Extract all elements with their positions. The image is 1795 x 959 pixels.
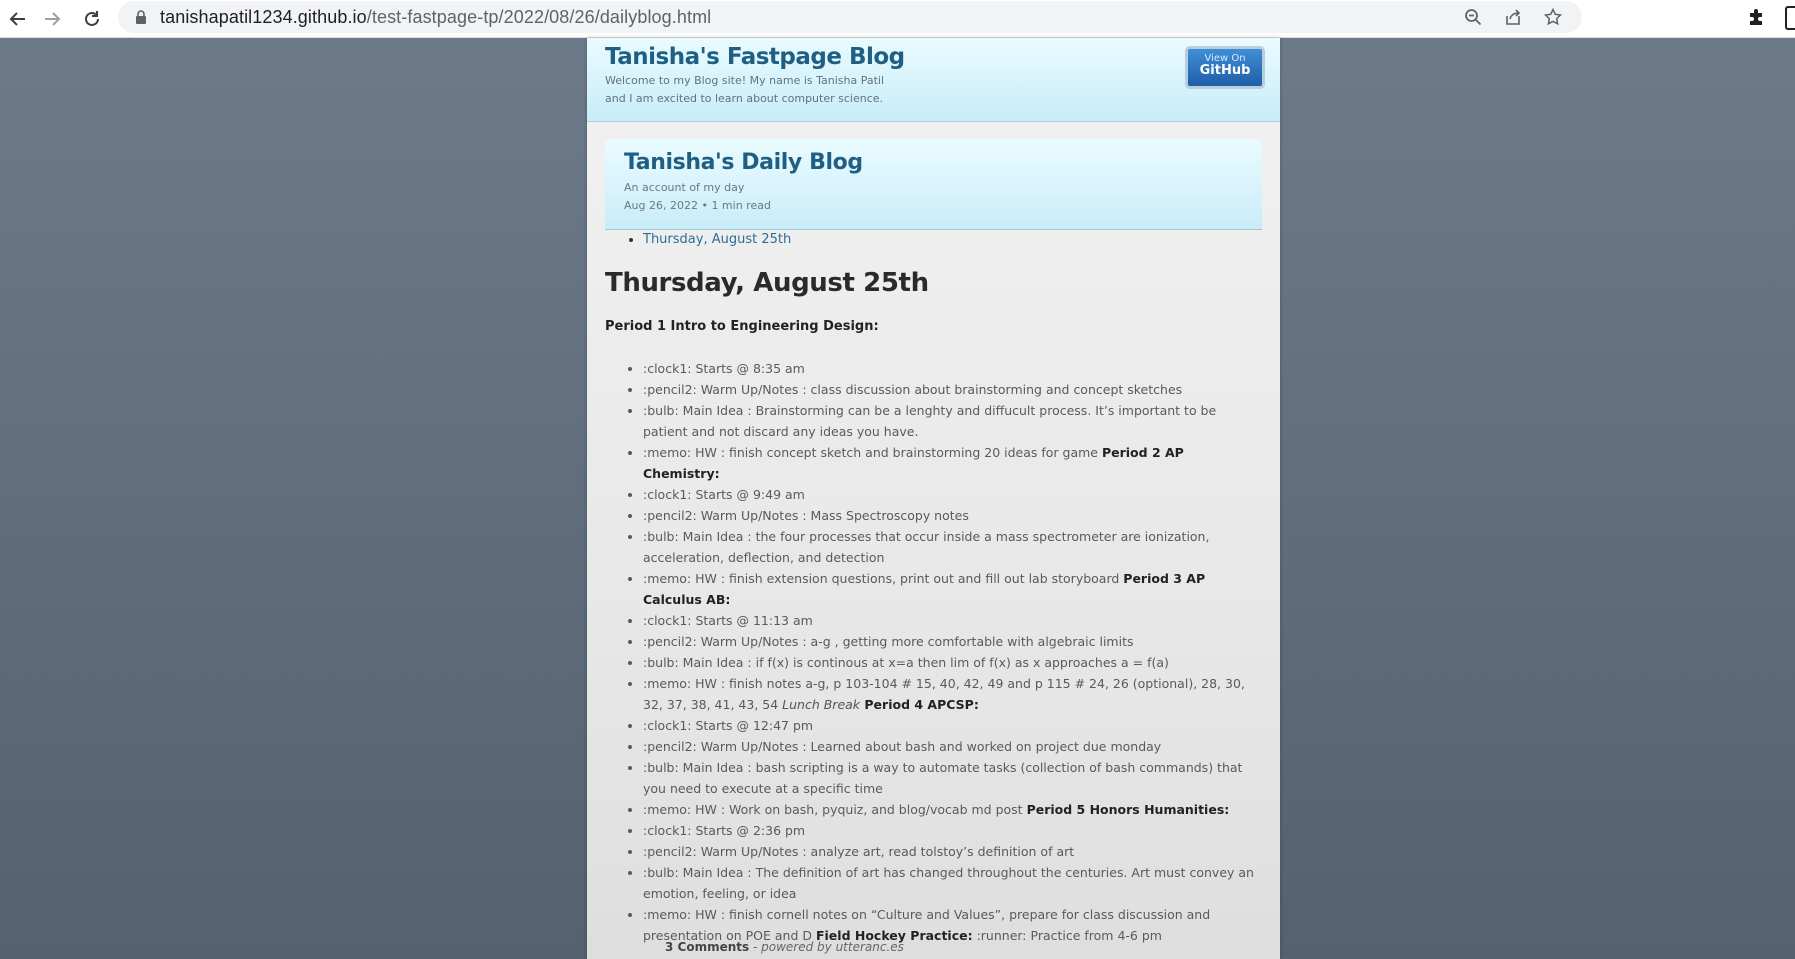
zoom-icon[interactable] <box>1462 6 1484 28</box>
table-of-contents: Thursday, August 25th <box>643 232 791 247</box>
section-heading: Period 4 APCSP: <box>860 697 979 712</box>
note-text: :bulb: Main Idea : bash scripting is a w… <box>643 760 1243 796</box>
note-italic: Lunch Break <box>782 697 861 712</box>
note-text: :bulb: Main Idea : The definition of art… <box>643 865 1254 901</box>
note-text: :clock1: Starts @ 11:13 am <box>643 613 813 628</box>
profile-button[interactable] <box>1785 6 1795 30</box>
note-text: :clock1: Starts @ 9:49 am <box>643 487 805 502</box>
note-text: :pencil2: Warm Up/Notes : class discussi… <box>643 382 1183 397</box>
note-text: :memo: HW : finish extension questions, … <box>643 571 1124 586</box>
note-item: :bulb: Main Idea : The definition of art… <box>643 862 1259 904</box>
note-item: :pencil2: Warm Up/Notes : Mass Spectrosc… <box>643 505 1259 526</box>
address-bar[interactable]: tanishapatil1234.github.io/test-fastpage… <box>118 1 1582 33</box>
toc-item: Thursday, August 25th <box>643 232 791 247</box>
note-text: :pencil2: Warm Up/Notes : Learned about … <box>643 739 1162 754</box>
url-text: tanishapatil1234.github.io/test-fastpage… <box>160 6 712 27</box>
note-text: :bulb: Main Idea : Brainstorming can be … <box>643 403 1217 439</box>
note-item: :pencil2: Warm Up/Notes : class discussi… <box>643 379 1259 400</box>
browser-toolbar: tanishapatil1234.github.io/test-fastpage… <box>0 0 1795 38</box>
github-button-label: GitHub <box>1199 63 1251 78</box>
back-arrow-icon[interactable] <box>0 3 36 35</box>
lock-icon[interactable] <box>132 8 150 26</box>
note-item: :clock1: Starts @ 11:13 am <box>643 610 1259 631</box>
note-item: :memo: HW : finish notes a-g, p 103-104 … <box>643 673 1259 715</box>
post-subtitle: An account of my day <box>624 181 745 194</box>
site-header: Tanisha's Fastpage Blog Welcome to my Bl… <box>587 38 1280 122</box>
note-item: :pencil2: Warm Up/Notes : Learned about … <box>643 736 1259 757</box>
note-item: :pencil2: Warm Up/Notes : a-g , getting … <box>643 631 1259 652</box>
day-heading: Thursday, August 25th <box>605 268 929 298</box>
note-text: :bulb: Main Idea : the four processes th… <box>643 529 1210 565</box>
note-text: :memo: HW : Work on bash, pyquiz, and bl… <box>643 802 1027 817</box>
site-title[interactable]: Tanisha's Fastpage Blog <box>605 44 905 70</box>
note-text: :pencil2: Warm Up/Notes : a-g , getting … <box>643 634 1134 649</box>
note-item: :memo: HW : Work on bash, pyquiz, and bl… <box>643 799 1259 820</box>
note-item: :bulb: Main Idea : the four processes th… <box>643 526 1259 568</box>
comments-footer: 3 Comments - powered by utteranc.es <box>665 940 904 954</box>
note-text-after: :runner: Practice from 4-6 pm <box>972 928 1162 943</box>
note-item: :clock1: Starts @ 12:47 pm <box>643 715 1259 736</box>
note-text: :pencil2: Warm Up/Notes : Mass Spectrosc… <box>643 508 969 523</box>
note-text: :memo: HW : finish concept sketch and br… <box>643 445 1102 460</box>
reload-icon[interactable] <box>74 3 110 35</box>
note-item: :memo: HW : finish extension questions, … <box>643 568 1259 610</box>
note-item: :bulb: Main Idea : Brainstorming can be … <box>643 400 1259 442</box>
note-item: :bulb: Main Idea : bash scripting is a w… <box>643 757 1259 799</box>
note-item: :pencil2: Warm Up/Notes : analyze art, r… <box>643 841 1259 862</box>
note-text: :bulb: Main Idea : if f(x) is continous … <box>643 655 1169 670</box>
view-on-github-button[interactable]: View On GitHub <box>1185 46 1265 89</box>
note-text: :clock1: Starts @ 8:35 am <box>643 361 805 376</box>
share-icon[interactable] <box>1502 6 1524 28</box>
toc-link[interactable]: Thursday, August 25th <box>643 232 791 247</box>
forward-arrow-icon[interactable] <box>34 3 70 35</box>
site-description: Welcome to my Blog site! My name is Tani… <box>605 74 885 105</box>
post-header: Tanisha's Daily Blog An account of my da… <box>605 139 1262 230</box>
comments-count[interactable]: 3 Comments <box>665 940 749 954</box>
post-title: Tanisha's Daily Blog <box>624 150 863 175</box>
blog-page: Tanisha's Fastpage Blog Welcome to my Bl… <box>587 38 1280 959</box>
note-item: :bulb: Main Idea : if f(x) is continous … <box>643 652 1259 673</box>
powered-by: - powered by utteranc.es <box>752 940 904 954</box>
period-1-heading: Period 1 Intro to Engineering Design: <box>605 319 879 334</box>
post-meta: Aug 26, 2022 • 1 min read <box>624 199 771 212</box>
note-text: :clock1: Starts @ 2:36 pm <box>643 823 806 838</box>
extensions-icon[interactable] <box>1746 6 1768 28</box>
note-text: :clock1: Starts @ 12:47 pm <box>643 718 814 733</box>
star-icon[interactable] <box>1542 6 1564 28</box>
note-item: :memo: HW : finish concept sketch and br… <box>643 442 1259 484</box>
note-item: :clock1: Starts @ 8:35 am <box>643 358 1259 379</box>
note-text: :pencil2: Warm Up/Notes : analyze art, r… <box>643 844 1075 859</box>
section-heading: Period 5 Honors Humanities: <box>1026 802 1230 817</box>
note-item: :clock1: Starts @ 9:49 am <box>643 484 1259 505</box>
notes-list: :clock1: Starts @ 8:35 am :pencil2: Warm … <box>643 358 1259 946</box>
note-item: :clock1: Starts @ 2:36 pm <box>643 820 1259 841</box>
